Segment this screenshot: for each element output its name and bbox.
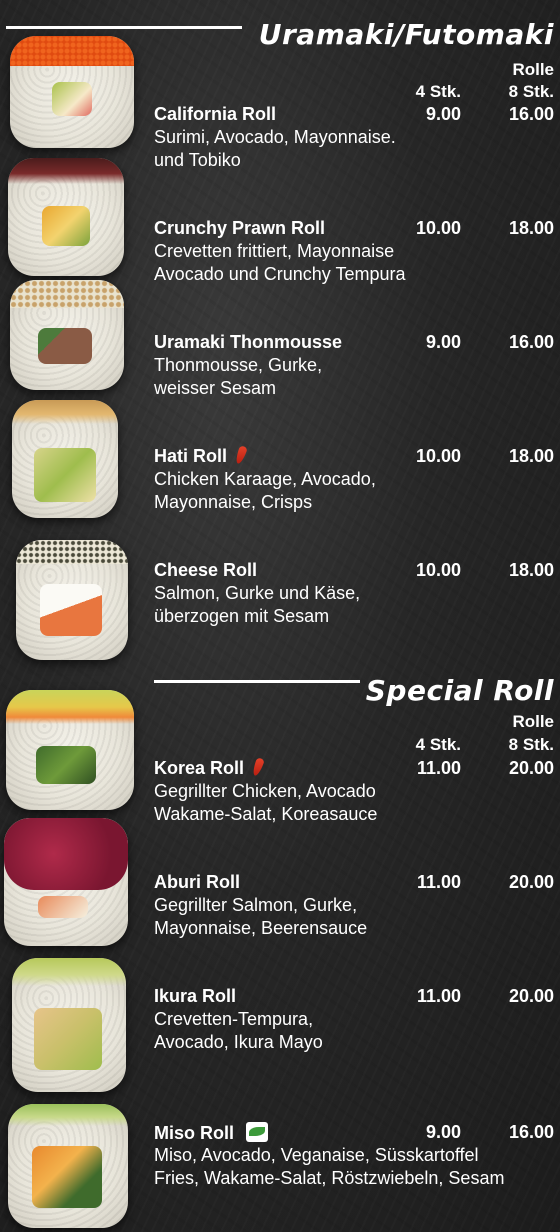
- price-8-pieces: 16.00: [508, 1122, 554, 1142]
- price-8-pieces: 16.00: [508, 104, 554, 124]
- section-divider-line: [154, 680, 360, 683]
- price-4-pieces: 10.00: [415, 446, 461, 466]
- column-header-8-pieces: 8 Stk.: [508, 735, 554, 754]
- item-description: weisser Sesam: [154, 378, 277, 398]
- price-4-pieces: 10.00: [415, 560, 461, 580]
- item-name: Crunchy Prawn Roll: [154, 218, 326, 238]
- item-name: Uramaki Thonmousse: [154, 332, 343, 352]
- item-description: und Tobiko: [154, 150, 241, 170]
- price-8-pieces: 20.00: [508, 872, 554, 892]
- menu-item: Ikura Roll 11.00 20.00 Crevetten-Tempura…: [154, 986, 554, 1054]
- menu-item: Crunchy Prawn Roll 10.00 18.00 Crevetten…: [154, 218, 554, 286]
- item-name: Cheese Roll: [154, 560, 258, 580]
- price-8-pieces: 18.00: [508, 218, 554, 238]
- item-description: überzogen mit Sesam: [154, 606, 330, 626]
- column-header-roll: Rolle: [512, 712, 554, 731]
- menu-item: Aburi Roll 11.00 20.00 Gegrillter Salmon…: [154, 872, 554, 940]
- item-description: Mayonnaise, Beerensauce: [154, 918, 368, 938]
- item-name: Ikura Roll: [154, 986, 237, 1006]
- item-description: Surimi, Avocado, Mayonnaise.: [154, 127, 396, 147]
- menu-item: Hati Roll 10.00 18.00 Chicken Karaage, A…: [154, 445, 554, 514]
- item-description: Gegrillter Chicken, Avocado: [154, 781, 376, 801]
- price-4-pieces: 11.00: [416, 758, 461, 778]
- vegan-leaf-icon: [246, 1122, 268, 1142]
- hati-roll-image: [12, 400, 118, 518]
- menu-item: Cheese Roll 10.00 18.00 Salmon, Gurke un…: [154, 560, 554, 628]
- item-description: Mayonnaise, Crisps: [154, 492, 313, 512]
- item-description: Avocado und Crunchy Tempura: [154, 264, 406, 284]
- column-header-roll: Rolle: [512, 60, 554, 79]
- cheese-roll-image: [16, 540, 128, 660]
- item-description: Avocado, Ikura Mayo: [154, 1032, 323, 1052]
- price-8-pieces: 16.00: [508, 332, 554, 352]
- uramaki-thonmousse-image: [10, 280, 124, 390]
- item-description: Chicken Karaage, Avocado,: [154, 469, 376, 489]
- item-description: Miso, Avocado, Veganaise, Süsskartoffel: [154, 1145, 479, 1165]
- price-8-pieces: 20.00: [508, 986, 554, 1006]
- item-name: Miso Roll: [154, 1123, 234, 1143]
- column-header-8-pieces: 8 Stk.: [508, 82, 554, 101]
- item-description: Fries, Wakame-Salat, Röstzwiebeln, Sesam: [154, 1168, 505, 1188]
- item-description: Wakame-Salat, Koreasauce: [154, 804, 378, 824]
- aburi-roll-image: [4, 818, 128, 946]
- item-description: Salmon, Gurke und Käse,: [154, 583, 361, 603]
- column-header-4-pieces: 4 Stk.: [415, 82, 461, 101]
- chili-icon: [251, 757, 265, 777]
- item-name-with-icon: Hati Roll: [154, 445, 248, 467]
- section-title-uramaki: Uramaki/Futomaki: [258, 18, 554, 51]
- price-8-pieces: 18.00: [508, 446, 554, 466]
- item-name: California Roll: [154, 104, 277, 124]
- item-name-with-icon: Miso Roll: [154, 1122, 268, 1144]
- item-description: Gegrillter Salmon, Gurke,: [154, 895, 358, 915]
- menu-item: Miso Roll 9.00 16.00 Miso, Avocado, Vega…: [154, 1122, 554, 1190]
- menu-item: Korea Roll 11.00 20.00 Gegrillter Chicke…: [154, 757, 554, 826]
- item-description: Crevetten frittiert, Mayonnaise: [154, 241, 395, 261]
- price-8-pieces: 20.00: [508, 758, 554, 778]
- price-4-pieces: 11.00: [416, 986, 461, 1006]
- price-4-pieces: 9.00: [425, 332, 461, 352]
- price-4-pieces: 10.00: [415, 218, 461, 238]
- menu-item: Uramaki Thonmousse 9.00 16.00 Thonmousse…: [154, 332, 554, 400]
- price-8-pieces: 18.00: [508, 560, 554, 580]
- price-4-pieces: 9.00: [425, 1122, 461, 1142]
- item-description: Thonmousse, Gurke,: [154, 355, 323, 375]
- crunchy-prawn-roll-image: [8, 158, 124, 276]
- ikura-roll-image: [12, 958, 126, 1092]
- section-divider-line: [6, 26, 242, 29]
- item-name: Korea Roll: [154, 758, 245, 778]
- price-4-pieces: 11.00: [416, 872, 461, 892]
- section-title-special-roll: Special Roll: [365, 674, 554, 707]
- item-name: Aburi Roll: [154, 872, 240, 892]
- column-header-4-pieces: 4 Stk.: [415, 735, 461, 754]
- item-description: Crevetten-Tempura,: [154, 1009, 314, 1029]
- price-4-pieces: 9.00: [425, 104, 461, 124]
- korea-roll-image: [6, 690, 134, 810]
- item-name-with-icon: Korea Roll: [154, 757, 265, 779]
- california-roll-image: [10, 36, 134, 148]
- menu-item: California Roll 9.00 16.00 Surimi, Avoca…: [154, 104, 554, 172]
- item-name: Hati Roll: [154, 446, 228, 466]
- chili-icon: [234, 445, 248, 465]
- miso-roll-image: [8, 1104, 128, 1228]
